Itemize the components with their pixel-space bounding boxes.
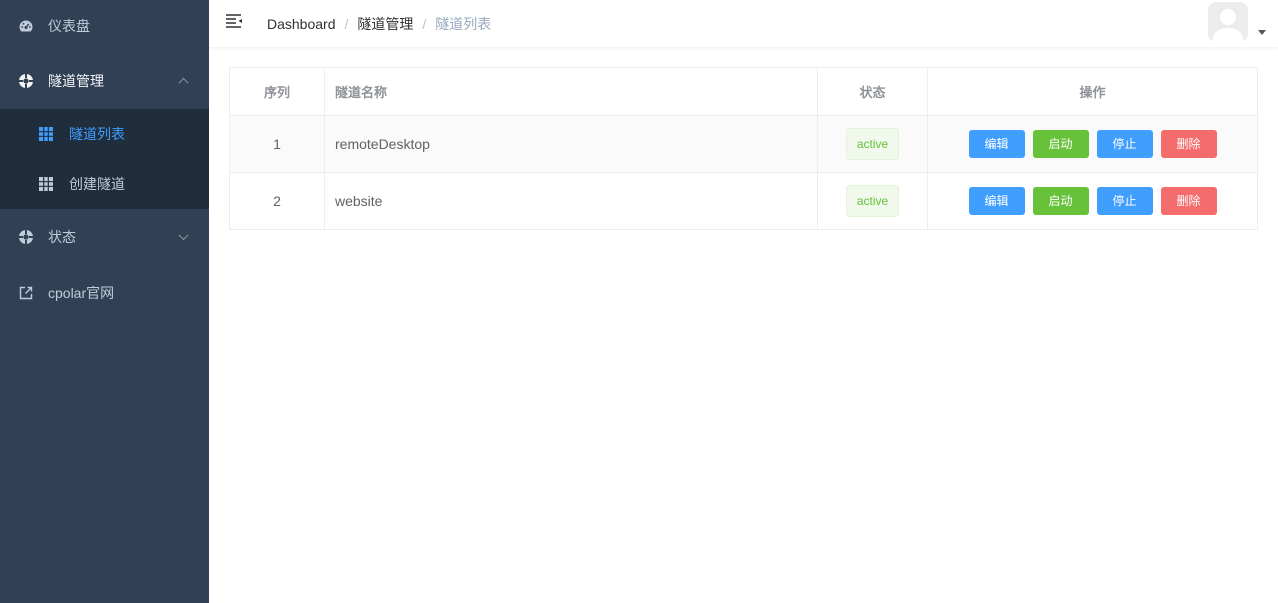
breadcrumb-tunnel-management[interactable]: 隧道管理 <box>357 14 413 34</box>
status-badge: active <box>845 128 900 160</box>
sidebar-item-create-tunnel[interactable]: 创建隧道 <box>0 159 209 209</box>
sidebar-item-label: 隧道列表 <box>69 126 125 142</box>
column-header-index: 序列 <box>229 67 325 116</box>
sidebar-item-label: 隧道管理 <box>48 72 104 89</box>
lifebuoy-icon <box>18 73 34 89</box>
row-actions: 编辑 启动 停止 删除 <box>927 172 1258 230</box>
submenu-tunnels: 隧道列表 创建隧道 <box>0 109 209 209</box>
delete-button[interactable]: 删除 <box>1160 187 1217 215</box>
row-status-cell: active <box>817 172 928 230</box>
start-button[interactable]: 启动 <box>1032 187 1089 215</box>
row-index: 2 <box>229 172 325 230</box>
sidebar-item-dashboard[interactable]: 仪表盘 <box>0 0 209 52</box>
sidebar-item-label: 创建隧道 <box>69 176 125 192</box>
breadcrumb-separator: / <box>422 16 427 32</box>
hamburger-icon[interactable] <box>225 13 243 29</box>
table-row: 1 remoteDesktop active 编辑 启动 停止 删除 <box>229 115 1258 173</box>
column-header-status: 状态 <box>817 67 928 116</box>
column-header-actions: 操作 <box>927 67 1258 116</box>
breadcrumb-separator: / <box>344 16 349 32</box>
navbar: Dashboard / 隧道管理 / 隧道列表 <box>209 0 1278 47</box>
delete-button[interactable]: 删除 <box>1160 130 1217 158</box>
sidebar-item-label: cpolar官网 <box>48 285 115 301</box>
sidebar: 仪表盘 隧道管理 隧道列表 创建隧道 状态 cpolar官网 <box>0 0 209 603</box>
sidebar-item-tunnel-list[interactable]: 隧道列表 <box>0 109 209 159</box>
row-actions: 编辑 启动 停止 删除 <box>927 115 1258 173</box>
edit-button[interactable]: 编辑 <box>968 130 1025 158</box>
breadcrumb-dashboard[interactable]: Dashboard <box>267 16 336 32</box>
sidebar-item-status[interactable]: 状态 <box>0 209 209 265</box>
avatar[interactable] <box>1208 2 1248 42</box>
caret-down-icon[interactable] <box>1258 30 1266 35</box>
row-tunnel-name: remoteDesktop <box>324 115 818 173</box>
chevron-down-icon <box>178 230 189 241</box>
breadcrumb: Dashboard / 隧道管理 / 隧道列表 <box>267 14 491 34</box>
stop-button[interactable]: 停止 <box>1096 187 1153 215</box>
dashboard-icon <box>18 18 34 34</box>
tunnel-table: 序列 隧道名称 状态 操作 1 remoteDesktop active 编辑启… <box>229 67 1258 230</box>
sidebar-item-cpolar-website[interactable]: cpolar官网 <box>0 265 209 321</box>
grid-icon <box>39 127 53 141</box>
table-row: 2 website active 编辑 启动 停止 删除 <box>229 172 1258 230</box>
status-badge: active <box>845 185 900 217</box>
column-header-name: 隧道名称 <box>324 67 818 116</box>
row-status-cell: active <box>817 115 928 173</box>
start-button[interactable]: 启动 <box>1032 130 1089 158</box>
external-link-icon <box>18 285 34 301</box>
row-tunnel-name: website <box>324 172 818 230</box>
row-index: 1 <box>229 115 325 173</box>
table-header-row: 序列 隧道名称 状态 操作 <box>229 67 1258 116</box>
lifebuoy-icon <box>18 229 34 245</box>
chevron-up-icon <box>178 77 189 88</box>
edit-button[interactable]: 编辑 <box>968 187 1025 215</box>
sidebar-item-tunnel-management[interactable]: 隧道管理 <box>0 52 209 109</box>
stop-button[interactable]: 停止 <box>1096 130 1153 158</box>
breadcrumb-tunnel-list: 隧道列表 <box>435 16 492 32</box>
sidebar-item-label: 仪表盘 <box>48 18 90 34</box>
grid-icon <box>39 177 53 191</box>
sidebar-item-label: 状态 <box>48 229 76 245</box>
tunnel-table-container: 序列 隧道名称 状态 操作 1 remoteDesktop active 编辑启… <box>229 67 1258 230</box>
